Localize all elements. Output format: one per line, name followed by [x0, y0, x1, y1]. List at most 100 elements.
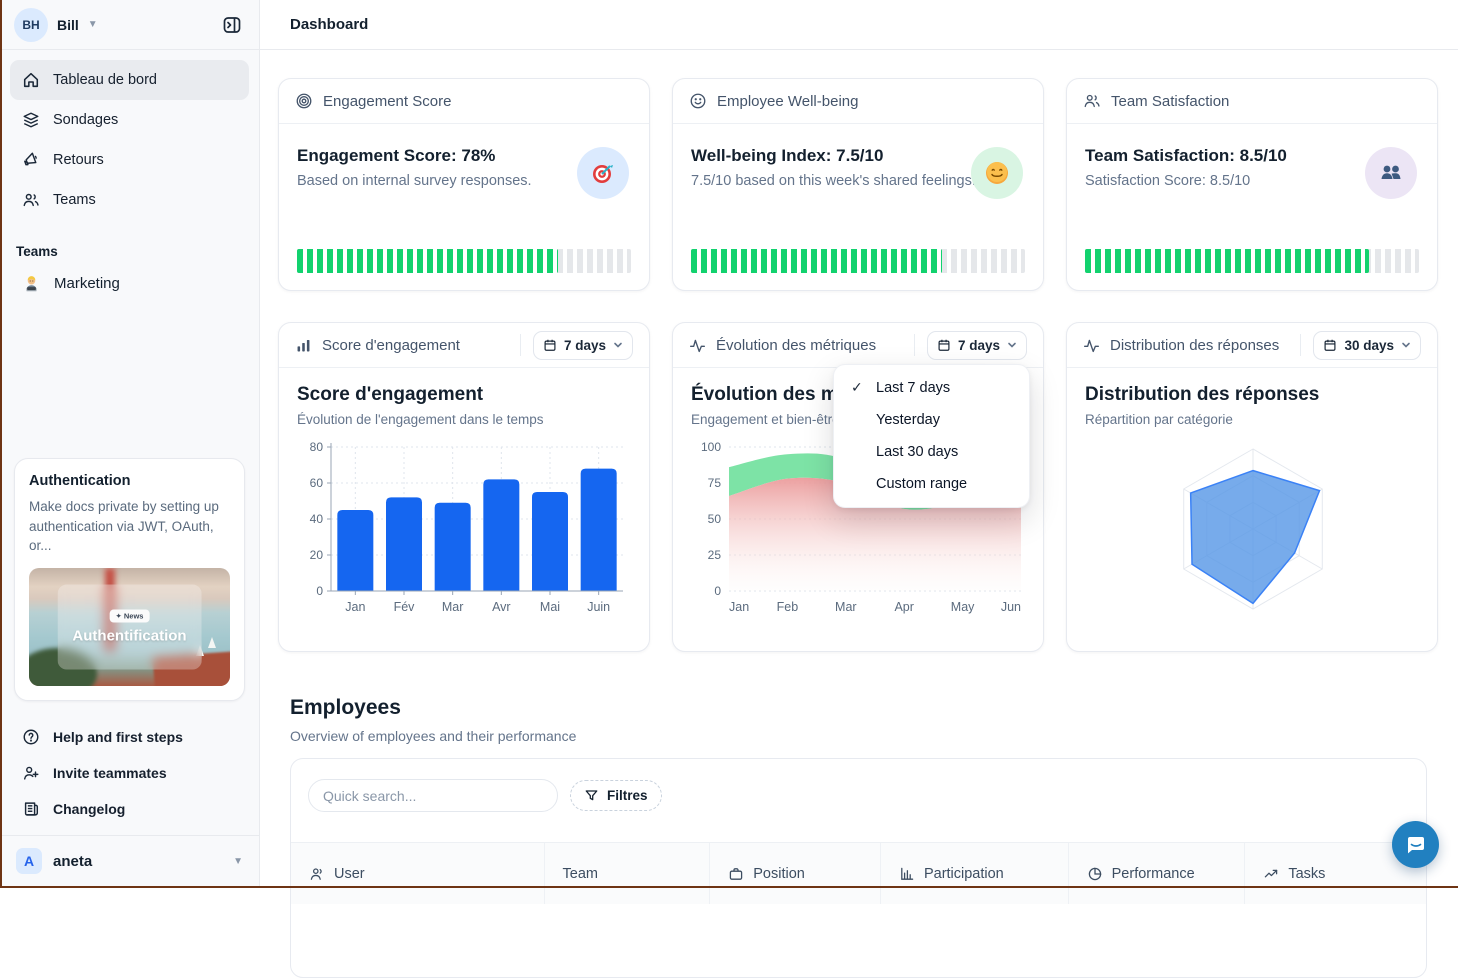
chart-title: Distribution des réponses [1085, 384, 1419, 406]
menu-item-last-30-days[interactable]: Last 30 days [841, 436, 1022, 468]
column-header-position[interactable]: Position [709, 843, 880, 904]
check-icon: ✓ [851, 379, 863, 396]
progress-bar [1085, 249, 1419, 273]
chevron-down-icon [1401, 340, 1411, 350]
range-selector-button[interactable]: 7 days [927, 331, 1027, 360]
pie-chart-icon [1087, 866, 1103, 882]
employees-subtitle: Overview of employees and their performa… [290, 728, 576, 744]
auth-image-overlay: ✦ News Authentification [57, 585, 202, 670]
svg-text:Jan: Jan [345, 600, 365, 614]
chart-header-label: Évolution des métriques [716, 337, 876, 354]
chart-header-label: Distribution des réponses [1110, 337, 1279, 354]
chart-subtitle: Évolution de l'engagement dans le temps [297, 412, 631, 427]
svg-text:100: 100 [701, 440, 721, 454]
column-header-performance[interactable]: Performance [1068, 843, 1245, 904]
calendar-icon [937, 338, 951, 352]
column-header-user[interactable]: User [291, 843, 544, 904]
topbar: Dashboard [260, 0, 1458, 50]
auth-card-image: ✦ News Authentification [29, 568, 230, 686]
svg-text:Apr: Apr [894, 600, 913, 614]
chart-card-response-distribution: Distribution des réponses 30 days Distri… [1066, 322, 1438, 652]
auth-image-title: Authentification [72, 627, 186, 644]
sidebar-item-invite[interactable]: Invite teammates [10, 755, 249, 791]
svg-text:60: 60 [310, 476, 324, 490]
footer-item-label: Help and first steps [53, 729, 183, 745]
search-input[interactable] [308, 779, 558, 812]
svg-text:20: 20 [310, 548, 324, 562]
chat-launcher-button[interactable] [1392, 821, 1439, 868]
sidebar-item-marketing[interactable]: Marketing [0, 263, 259, 303]
bar-chart-icon [295, 337, 312, 354]
smiley-icon [689, 92, 707, 110]
svg-text:0: 0 [316, 584, 323, 598]
sidebar-item-teams[interactable]: Teams [10, 180, 249, 220]
target-icon [295, 92, 313, 110]
kpi-card-wellbeing: Employee Well-being Well-being Index: 7.… [672, 78, 1044, 291]
chevron-down-icon [1007, 340, 1017, 350]
employees-table-card: Filtres User Team Position Participation… [290, 758, 1427, 978]
layers-icon [22, 111, 40, 129]
sidebar-item-feedback[interactable]: Retours [10, 140, 249, 180]
svg-text:Jan: Jan [729, 600, 749, 614]
activity-icon [1083, 337, 1100, 354]
changelog-icon [22, 800, 40, 818]
range-selector-button[interactable]: 7 days [533, 331, 633, 360]
svg-text:Juin: Juin [587, 600, 610, 614]
avatar[interactable]: BH [14, 8, 48, 42]
workspace-name: aneta [53, 853, 92, 870]
chart-header-label: Score d'engagement [322, 337, 460, 354]
auth-card-body: Make docs private by setting up authenti… [29, 497, 230, 556]
sidebar-item-label: Teams [53, 192, 96, 208]
home-icon [22, 71, 40, 89]
kpi-header-label: Engagement Score [323, 93, 451, 110]
svg-text:Avr: Avr [492, 600, 511, 614]
sidebar-item-label: Tableau de bord [53, 72, 157, 88]
range-label: 7 days [564, 338, 606, 353]
chevron-down-icon: ▼ [88, 19, 98, 30]
chart-card-engagement-score: Score d'engagement 7 days Score d'engage… [278, 322, 650, 652]
busts-emoji [1365, 147, 1417, 199]
users-icon [1083, 92, 1101, 110]
chevron-down-icon: ▼ [233, 856, 243, 867]
svg-text:May: May [951, 600, 975, 614]
teams-section-label: Teams [16, 244, 243, 259]
footer-item-label: Changelog [53, 801, 125, 817]
auth-promo-card[interactable]: Authentication Make docs private by sett… [14, 458, 245, 701]
range-selector-button[interactable]: 30 days [1313, 331, 1421, 360]
user-icon [309, 866, 325, 882]
sidebar-item-dashboard[interactable]: Tableau de bord [10, 60, 249, 100]
svg-text:25: 25 [708, 548, 722, 562]
menu-item-last-7-days[interactable]: ✓ Last 7 days [841, 372, 1022, 404]
chat-bubble-icon [1404, 833, 1428, 857]
smile-emoji [971, 147, 1023, 199]
sidebar: BH Bill ▼ Tableau de bord Sondages Retou… [0, 0, 260, 888]
svg-text:40: 40 [310, 512, 324, 526]
sidebar-footer-nav: Help and first steps Invite teammates Ch… [0, 719, 259, 827]
megaphone-icon [19, 148, 42, 171]
user-name[interactable]: Bill [57, 17, 79, 33]
team-item-label: Marketing [54, 275, 120, 292]
progress-bar [691, 249, 1025, 273]
menu-item-yesterday[interactable]: Yesterday [841, 404, 1022, 436]
sidebar-item-label: Sondages [53, 112, 118, 128]
sidebar-item-changelog[interactable]: Changelog [10, 791, 249, 827]
workspace-switcher[interactable]: A aneta ▼ [0, 835, 259, 888]
collapse-sidebar-button[interactable] [219, 12, 245, 38]
svg-text:Feb: Feb [777, 600, 799, 614]
employees-title: Employees [290, 696, 401, 720]
kpi-card-satisfaction: Team Satisfaction Team Satisfaction: 8.5… [1066, 78, 1438, 291]
svg-text:Mar: Mar [835, 600, 857, 614]
filters-button[interactable]: Filtres [570, 780, 662, 811]
table-header-row: User Team Position Participation Perform… [291, 842, 1426, 904]
column-header-participation[interactable]: Participation [880, 843, 1068, 904]
kpi-card-engagement: Engagement Score Engagement Score: 78% B… [278, 78, 650, 291]
menu-item-custom-range[interactable]: Custom range [841, 468, 1022, 500]
svg-text:Fév: Fév [394, 600, 416, 614]
filter-icon [584, 788, 599, 803]
chart-subtitle: Répartition par catégorie [1085, 412, 1419, 427]
sidebar-item-label: Retours [53, 152, 104, 168]
activity-icon [689, 337, 706, 354]
column-header-team[interactable]: Team [544, 843, 710, 904]
sidebar-item-help[interactable]: Help and first steps [10, 719, 249, 755]
sidebar-item-surveys[interactable]: Sondages [10, 100, 249, 140]
